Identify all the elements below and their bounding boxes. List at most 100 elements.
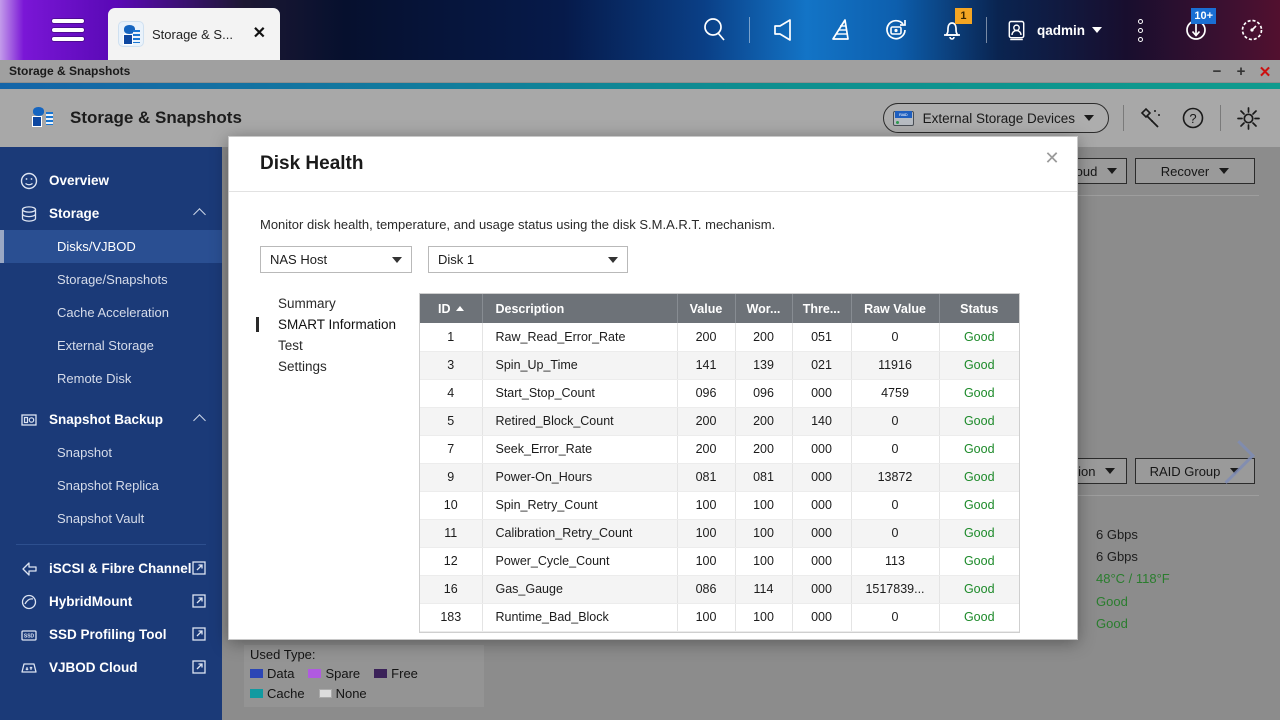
- dialog-nav-label: Settings: [278, 359, 327, 374]
- sidebar-item-label: Cache Acceleration: [57, 305, 169, 320]
- user-menu[interactable]: qadmin: [993, 0, 1112, 60]
- column-header-worst[interactable]: Wor...: [735, 294, 792, 323]
- column-header-raw-value[interactable]: Raw Value: [851, 294, 939, 323]
- cell-id: 11: [420, 519, 482, 547]
- chevron-down-icon[interactable]: [1107, 168, 1117, 174]
- chevron-up-icon[interactable]: [193, 414, 206, 427]
- column-header-id[interactable]: ID: [420, 294, 482, 323]
- dashboard-icon[interactable]: [1224, 0, 1280, 60]
- column-label: Description: [496, 302, 565, 316]
- chevron-down-icon[interactable]: [1092, 27, 1102, 33]
- disk-select[interactable]: Disk 1: [428, 246, 628, 273]
- sidebar-item-external-storage[interactable]: External Storage: [0, 329, 222, 362]
- cell-raw-value: 1517839...: [851, 575, 939, 603]
- table-row[interactable]: 5Retired_Block_Count2002001400Good: [420, 407, 1019, 435]
- table-row[interactable]: 1Raw_Read_Error_Rate2002000510Good: [420, 323, 1019, 351]
- sidebar-item-snapshot-backup[interactable]: Snapshot Backup: [0, 403, 222, 436]
- table-row[interactable]: 16Gas_Gauge0861140001517839...Good: [420, 575, 1019, 603]
- dialog-selectors: NAS Host Disk 1: [260, 246, 1077, 273]
- sidebar-item-disks-vjbod[interactable]: Disks/VJBOD: [0, 230, 222, 263]
- download-manager-icon[interactable]: 10+: [1168, 0, 1224, 60]
- cell-value: 200: [677, 323, 735, 351]
- chevron-down-icon[interactable]: [608, 257, 618, 263]
- more-options-icon[interactable]: [1112, 0, 1168, 60]
- table-row[interactable]: 3Spin_Up_Time14113902111916Good: [420, 351, 1019, 379]
- chevron-up-icon[interactable]: [193, 208, 206, 221]
- sidebar-item-vjbod-cloud[interactable]: VJBOD Cloud: [0, 651, 222, 684]
- cell-value: 081: [677, 463, 735, 491]
- cell-threshold: 000: [792, 575, 851, 603]
- column-header-status[interactable]: Status: [939, 294, 1019, 323]
- menu-icon[interactable]: [52, 19, 84, 41]
- sidebar-item-storage-snapshots[interactable]: Storage/Snapshots: [0, 263, 222, 296]
- dialog-nav-smart-information[interactable]: SMART Information: [256, 314, 419, 335]
- maximize-button[interactable]: +: [1230, 61, 1252, 83]
- gauge-icon: [18, 172, 39, 190]
- main-menu-button[interactable]: [0, 0, 108, 60]
- dialog-title: Disk Health: [260, 153, 363, 175]
- app-tab-storage-snapshots[interactable]: Storage & S... ✕: [108, 8, 280, 60]
- cell-description: Start_Stop_Count: [482, 379, 677, 407]
- column-label: Raw Value: [864, 302, 926, 316]
- column-label: Wor...: [747, 302, 781, 316]
- dialog-nav-summary[interactable]: Summary: [256, 293, 419, 314]
- search-icon[interactable]: [687, 0, 743, 60]
- page-title: Storage & Snapshots: [70, 108, 242, 128]
- nas-host-select[interactable]: NAS Host: [260, 246, 412, 273]
- close-icon[interactable]: ✕: [1039, 145, 1065, 171]
- cell-threshold: 000: [792, 519, 851, 547]
- settings-gear-icon[interactable]: [1235, 105, 1262, 132]
- column-header-threshold[interactable]: Thre...: [792, 294, 851, 323]
- notification-bell-icon[interactable]: 1: [924, 0, 980, 60]
- table-row[interactable]: 7Seek_Error_Rate2002000000Good: [420, 435, 1019, 463]
- cell-worst: 200: [735, 407, 792, 435]
- resource-monitor-icon[interactable]: [812, 0, 868, 60]
- external-storage-devices-button[interactable]: External Storage Devices: [883, 103, 1109, 133]
- backup-sync-icon[interactable]: [868, 0, 924, 60]
- snapshot-icon: [18, 411, 39, 429]
- sidebar-item-snapshot[interactable]: Snapshot: [0, 436, 222, 469]
- chevron-down-icon[interactable]: [1084, 115, 1094, 121]
- raid-drive-icon: [893, 111, 914, 126]
- column-header-description[interactable]: Description: [482, 294, 677, 323]
- dialog-nav-test[interactable]: Test: [256, 335, 419, 356]
- table-row[interactable]: 9Power-On_Hours08108100013872Good: [420, 463, 1019, 491]
- cell-id: 4: [420, 379, 482, 407]
- database-icon: [18, 205, 39, 223]
- external-link-icon[interactable]: [192, 594, 206, 611]
- sidebar-item-remote-disk[interactable]: Remote Disk: [0, 362, 222, 395]
- sidebar-item-label: Storage: [49, 206, 99, 221]
- chevron-down-icon[interactable]: [1105, 468, 1115, 474]
- table-row[interactable]: 10Spin_Retry_Count1001000000Good: [420, 491, 1019, 519]
- help-icon[interactable]: ?: [1180, 105, 1206, 131]
- cell-raw-value: 0: [851, 407, 939, 435]
- close-icon[interactable]: ✕: [249, 24, 270, 44]
- announcement-icon[interactable]: [756, 0, 812, 60]
- window-close-button[interactable]: ✕: [1254, 61, 1276, 83]
- qts-top-bar: Storage & S... ✕ 1 qadmin: [0, 0, 1280, 60]
- external-link-icon[interactable]: [192, 660, 206, 677]
- cell-id: 183: [420, 603, 482, 631]
- table-row[interactable]: 11Calibration_Retry_Count1001000000Good: [420, 519, 1019, 547]
- sidebar-item-snapshot-vault[interactable]: Snapshot Vault: [0, 502, 222, 535]
- external-link-icon[interactable]: [192, 561, 206, 578]
- sidebar-item-cache-acceleration[interactable]: Cache Acceleration: [0, 296, 222, 329]
- table-row[interactable]: 183Runtime_Bad_Block1001000000Good: [420, 603, 1019, 631]
- sidebar-item-snapshot-replica[interactable]: Snapshot Replica: [0, 469, 222, 502]
- dialog-nav-settings[interactable]: Settings: [256, 356, 419, 377]
- external-link-icon[interactable]: [192, 627, 206, 644]
- sidebar-item-iscsi-fibre-channel[interactable]: iSCSI & Fibre Channel: [0, 552, 222, 585]
- sidebar-item-storage[interactable]: Storage: [0, 197, 222, 230]
- table-row[interactable]: 4Start_Stop_Count0960960004759Good: [420, 379, 1019, 407]
- recover-dropdown-button[interactable]: Recover: [1135, 158, 1255, 184]
- sidebar-item-ssd-profiling-tool[interactable]: SSD SSD Profiling Tool: [0, 618, 222, 651]
- minimize-button[interactable]: −: [1206, 61, 1228, 83]
- sidebar-item-hybridmount[interactable]: HybridMount: [0, 585, 222, 618]
- wizard-icon[interactable]: [1138, 105, 1164, 131]
- chevron-down-icon[interactable]: [1219, 168, 1229, 174]
- table-row[interactable]: 12Power_Cycle_Count100100000113Good: [420, 547, 1019, 575]
- sidebar-item-overview[interactable]: Overview: [0, 164, 222, 197]
- column-header-value[interactable]: Value: [677, 294, 735, 323]
- cell-value: 086: [677, 575, 735, 603]
- chevron-down-icon[interactable]: [392, 257, 402, 263]
